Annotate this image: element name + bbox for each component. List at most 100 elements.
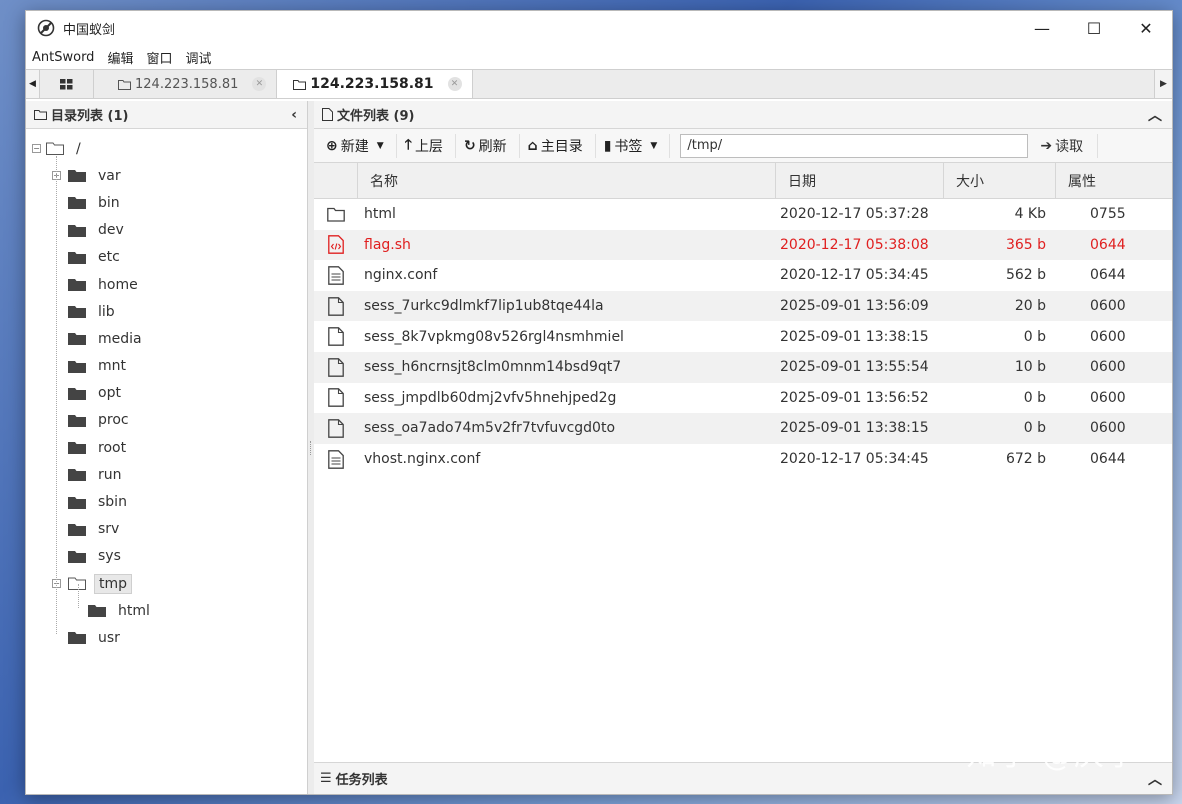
file-type-cell [314,260,358,291]
tree-item[interactable]: usr [26,624,307,651]
up-button[interactable]: 🡑 上层 [405,133,456,158]
tree-item[interactable]: home [26,271,307,298]
tab-close-icon[interactable]: ✕ [447,77,462,91]
tree-item[interactable]: html [26,597,307,624]
file-row[interactable]: sess_jmpdlb60dmj2vfv5hnehjped2g 2025-09-0… [314,383,1172,414]
text-file-icon [328,449,344,469]
file-type-cell [314,291,358,322]
menu-debug[interactable]: 调试 [185,48,211,67]
watermark: 知乎 @庆予 [966,738,1138,773]
read-button[interactable]: ➔ 读取 [1040,133,1099,158]
file-attr: 0600 [1090,420,1126,437]
folder-icon [68,632,86,645]
file-type-cell [314,413,358,444]
tree-item-label: var [98,167,121,184]
tree-item[interactable]: mnt [26,353,307,380]
tree-item[interactable]: bin [26,189,307,216]
tree-item[interactable]: sys [26,543,307,570]
refresh-button[interactable]: ↻ 刷新 [463,133,520,158]
home-dir-button[interactable]: ⌂ 主目录 [527,133,596,158]
file-row[interactable]: nginx.conf 2020-12-17 05:34:45 562 b 0644 [314,260,1172,291]
file-type-cell [314,383,358,414]
home-icon: ⌂ [527,137,538,154]
column-attr[interactable]: 属性 [1056,163,1172,198]
collapse-left-icon[interactable]: ‹ [291,107,297,123]
file-row[interactable]: flag.sh 2020-12-17 05:38:08 365 b 0644 [314,229,1172,261]
column-name[interactable]: 名称 [358,163,776,198]
close-button[interactable]: ✕ [1120,11,1172,45]
tree-item-label: html [118,602,150,619]
new-button[interactable]: ⊕ 新建 ▼ [326,133,397,158]
chevron-down-icon: ▼ [650,140,658,151]
file-attr: 0644 [1090,236,1126,253]
tree-item[interactable]: dev [26,217,307,244]
file-date: 2020-12-17 05:34:45 [780,267,929,284]
tree-item[interactable]: etc [26,244,307,271]
tree-item[interactable]: opt [26,380,307,407]
bookmark-button[interactable]: ▮ 书签 ▼ [604,133,671,158]
tree-item-label: run [98,466,122,483]
tree-item[interactable]: proc [26,407,307,434]
minimize-button[interactable]: — [1016,11,1068,45]
tab-scroll-right-icon[interactable]: ▶ [1154,70,1172,98]
folder-icon [68,442,86,455]
tree-item[interactable]: − tmp [26,570,307,597]
tree-item[interactable]: run [26,461,307,488]
file-row[interactable]: html 2020-12-17 05:37:28 4 Kb 0755 [314,199,1172,230]
app-window: 中国蚁剑 — ☐ ✕ AntSword 编辑 窗口 调试 ◀ 124.223.1… [25,10,1173,795]
list-icon: ☰ [320,771,332,786]
maximize-button[interactable]: ☐ [1068,11,1120,45]
tree-item[interactable]: media [26,325,307,352]
tab-shell-1[interactable]: 124.223.158.81 ✕ [94,70,278,98]
menu-edit[interactable]: 编辑 [107,48,133,67]
file-size: 10 b [1014,359,1046,376]
file-name: sess_8k7vpkmg08v526rgl4nsmhmiel [364,328,624,345]
file-date: 2020-12-17 05:37:28 [780,206,929,223]
menu-antsword[interactable]: AntSword [32,50,94,65]
file-row[interactable]: sess_oa7ado74m5v2fr7tvfuvcgd0to 2025-09-0… [314,413,1172,444]
folder-icon [68,333,86,346]
tab-home[interactable] [40,70,94,98]
window-controls: — ☐ ✕ [1016,11,1172,45]
refresh-button-label: 刷新 [478,138,507,155]
text-file-icon [328,266,344,285]
chevron-down-icon: ▼ [376,140,384,151]
folder-outline-icon [327,207,345,222]
file-name: sess_oa7ado74m5v2fr7tvfuvcgd0to [364,420,616,437]
file-size: 672 b [1005,451,1046,468]
tab-scroll-left-icon[interactable]: ◀ [26,70,40,98]
column-size[interactable]: 大小 [944,163,1056,198]
file-row[interactable]: vhost.nginx.conf 2020-12-17 05:34:45 672 b… [314,444,1172,475]
file-outline-icon [328,388,344,408]
file-size: 0 b [1023,389,1046,406]
file-row[interactable]: sess_h6ncrnsjt8clm0mnm14bsd9qt7 2025-09-0… [314,351,1172,383]
menu-window[interactable]: 窗口 [146,48,172,67]
tree-item[interactable]: root [26,434,307,461]
read-button-label: 读取 [1055,138,1084,155]
collapse-toggle-icon[interactable]: − [32,144,41,153]
file-grid-header: 名称 日期 大小 属性 [314,163,1172,199]
grid-icon [60,78,73,89]
tree-item[interactable]: srv [26,516,307,543]
tree-item[interactable]: lib [26,298,307,325]
path-input[interactable] [680,133,1029,158]
tab-close-icon[interactable]: ✕ [252,77,267,91]
tab-bar: ◀ 124.223.158.81 ✕ 124.223.158.81 ✕ ▶ [26,69,1172,99]
file-name: vhost.nginx.conf [364,451,481,468]
file-attr: 0755 [1090,206,1126,223]
collapse-up-icon[interactable]: ︿ [1148,105,1162,125]
home-dir-button-label: 主目录 [540,138,583,155]
tree-item-label: bin [98,194,120,211]
column-date[interactable]: 日期 [776,163,944,198]
file-row[interactable]: sess_8k7vpkmg08v526rgl4nsmhmiel 2025-09-0… [314,321,1172,352]
tree-item[interactable]: sbin [26,488,307,515]
refresh-icon: ↻ [463,137,476,154]
expand-up-icon[interactable]: ︿ [1148,769,1162,789]
file-row[interactable]: sess_7urkc9dlmkf7lip1ub8tqe44la 2025-09-0… [314,290,1172,322]
tree-item[interactable]: + var [26,162,307,189]
folder-icon [68,387,86,400]
new-button-label: 新建 [340,138,369,155]
tree-item-label: media [98,330,142,347]
tree-item[interactable]: − / [26,135,307,162]
tab-shell-2[interactable]: 124.223.158.81 ✕ [277,70,473,98]
